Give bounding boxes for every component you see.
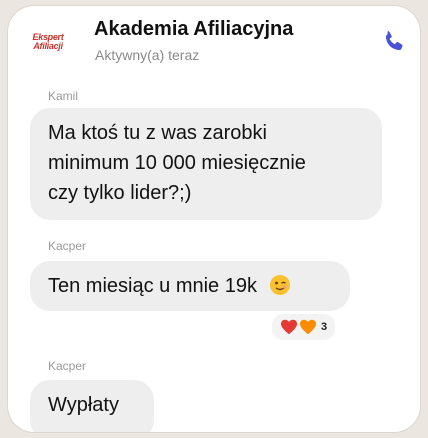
red-heart-icon <box>281 319 297 335</box>
chat-window: Ekspert Afiliacji Akademia Afiliacyjna A… <box>8 6 420 432</box>
chat-title[interactable]: Akademia Afiliacyjna <box>94 18 293 41</box>
active-status: Aktywny(a) teraz <box>95 47 200 63</box>
message-sender: Kacper <box>48 359 87 373</box>
avatar-text-line2: Afiliacji <box>33 41 63 51</box>
message-text: Ma ktoś tu z was zarobki minimum 10 000 … <box>48 122 306 204</box>
message-bubble[interactable]: Wypłaty <box>30 380 154 432</box>
message-sender: Kacper <box>48 239 87 253</box>
orange-heart-icon <box>300 319 316 335</box>
message-bubble[interactable]: Ma ktoś tu z was zarobki minimum 10 000 … <box>30 108 382 220</box>
message-text: Wypłaty <box>48 394 119 416</box>
reaction-count: 3 <box>321 321 328 333</box>
winking-face-emoji <box>269 274 290 295</box>
reaction-pill[interactable]: 3 <box>270 312 338 342</box>
call-button[interactable] <box>380 28 408 56</box>
avatar[interactable]: Ekspert Afiliacji <box>22 22 74 62</box>
message-text: Ten miesiąc u mnie 19k <box>48 275 257 297</box>
chat-header: Ekspert Afiliacji Akademia Afiliacyjna A… <box>8 6 420 76</box>
message-sender: Kamil <box>48 89 79 103</box>
message-bubble[interactable]: Ten miesiąc u mnie 19k <box>30 261 350 311</box>
phone-icon <box>385 31 403 51</box>
